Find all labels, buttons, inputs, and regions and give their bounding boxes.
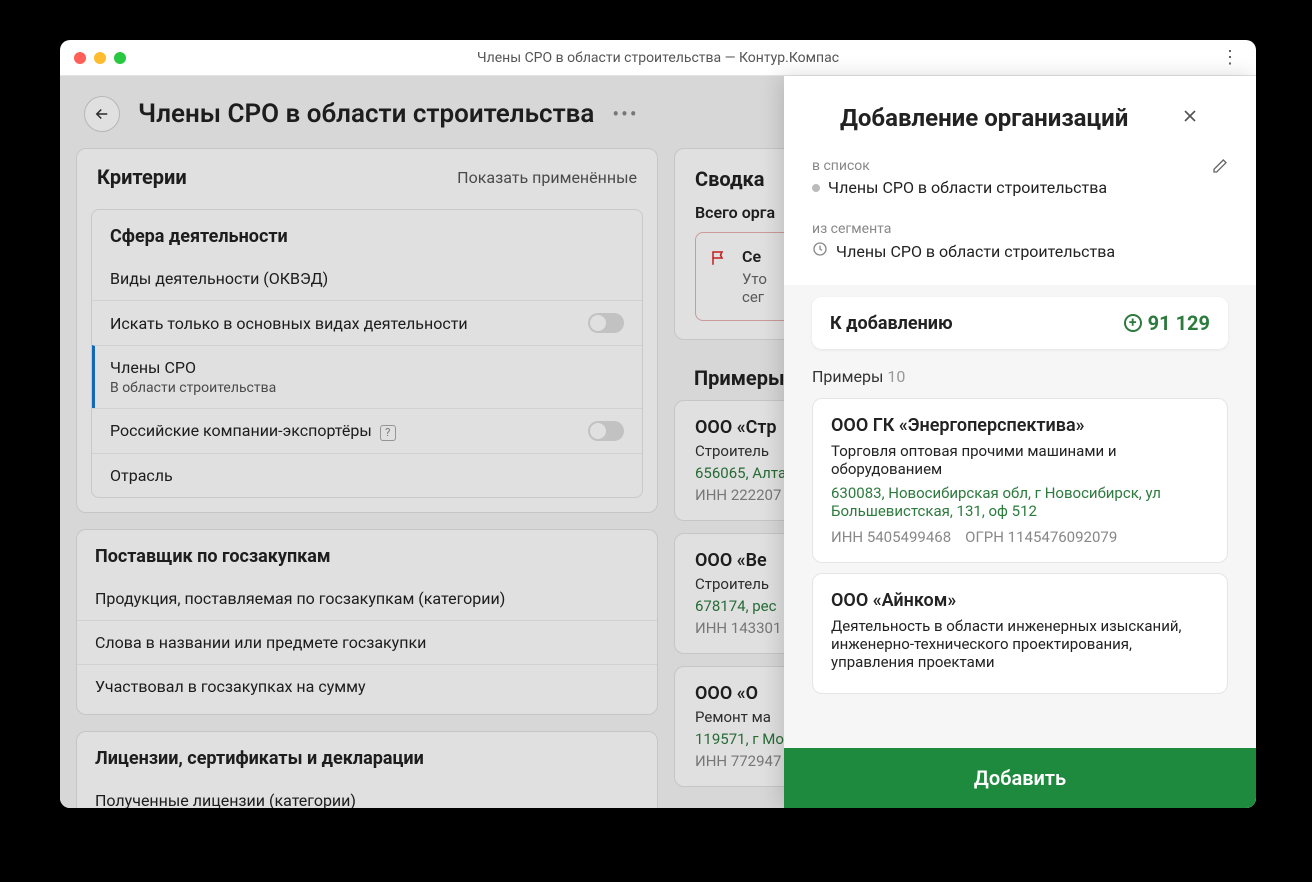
close-window-button[interactable]	[74, 52, 86, 64]
titlebar: Члены СРО в области строительства — Конт…	[60, 40, 1256, 76]
from-segment-block: из сегмента Члены СРО в области строител…	[812, 215, 1228, 279]
content-area: Члены СРО в области строительства ••• Кр…	[60, 76, 1256, 808]
list-name: Члены СРО в области строительства	[828, 178, 1107, 197]
panel-example-inn: ИНН 5405499468	[831, 528, 951, 546]
panel-example-desc: Торговля оптовая прочими машинами и обор…	[831, 442, 1209, 478]
edit-list-button[interactable]	[1212, 158, 1228, 178]
minimize-window-button[interactable]	[94, 52, 106, 64]
app-window: Члены СРО в области строительства — Конт…	[60, 40, 1256, 808]
panel-example-address: 630083, Новосибирская обл, г Новосибирск…	[831, 484, 1209, 520]
panel-examples-label: Примеры 10	[812, 367, 1228, 386]
panel-title: Добавление организаций	[840, 104, 1128, 132]
close-panel-button[interactable]	[1180, 106, 1200, 130]
panel-example-ogrn: ОГРН 1145476092079	[965, 528, 1117, 546]
list-dot-icon	[812, 184, 820, 192]
window-title: Члены СРО в области строительства — Конт…	[60, 50, 1256, 66]
to-list-label: в список	[812, 158, 870, 174]
to-add-card: К добавлению + 91 129	[812, 297, 1228, 349]
add-button[interactable]: Добавить	[784, 748, 1256, 808]
to-add-count: + 91 129	[1124, 311, 1210, 335]
panel-example-desc: Деятельность в области инженерных изыска…	[831, 617, 1209, 671]
window-menu-button[interactable]: ⋮	[1218, 46, 1242, 70]
window-controls	[74, 52, 126, 64]
to-list-block: в список Члены СРО в области строительст…	[812, 152, 1228, 215]
panel-example-name: ООО «Айнком»	[831, 590, 1209, 611]
maximize-window-button[interactable]	[114, 52, 126, 64]
clock-icon	[812, 241, 828, 261]
add-organizations-panel: Добавление организаций в список Член	[784, 76, 1256, 808]
plus-circle-icon: +	[1124, 314, 1142, 332]
panel-example-card[interactable]: ООО ГК «Энергоперспектива» Торговля опто…	[812, 398, 1228, 563]
panel-example-card[interactable]: ООО «Айнком» Деятельность в области инже…	[812, 573, 1228, 694]
segment-name: Члены СРО в области строительства	[836, 242, 1115, 261]
close-icon	[1180, 106, 1200, 126]
panel-body: К добавлению + 91 129 Примеры 10 ООО ГК …	[784, 285, 1256, 748]
pencil-icon	[1212, 158, 1228, 174]
panel-example-name: ООО ГК «Энергоперспектива»	[831, 415, 1209, 436]
from-segment-label: из сегмента	[812, 221, 1228, 237]
to-add-label: К добавлению	[830, 313, 953, 334]
